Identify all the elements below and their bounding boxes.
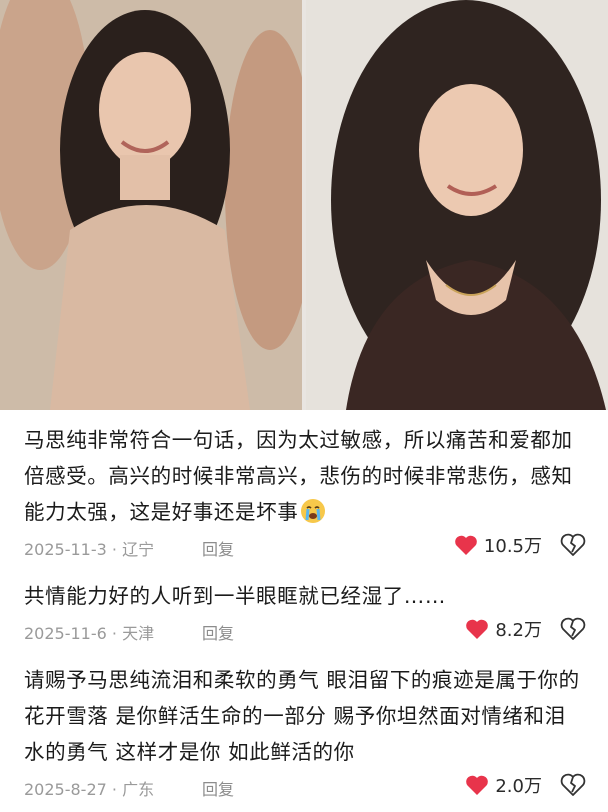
heart-icon: [466, 775, 489, 795]
like-button[interactable]: 8.2万: [465, 616, 542, 642]
comment-meta: 2025-8-27 · 广东 回复 2.0万: [24, 770, 586, 810]
photo-recent[interactable]: [306, 0, 608, 410]
like-count: 10.5万: [483, 536, 542, 557]
reply-button[interactable]: 回复: [202, 536, 234, 560]
comment-body: 马思纯非常符合一句话，因为太过敏感，所以痛苦和爱都加倍感受。高兴的时候非常高兴，…: [24, 428, 573, 524]
comment-date-location: 2025-11-6 · 天津: [24, 624, 155, 643]
comment-date-location: 2025-8-27 · 广东: [24, 780, 155, 799]
like-count: 8.2万: [495, 620, 542, 641]
like-button[interactable]: 10.5万: [454, 532, 542, 558]
like-button[interactable]: 2.0万: [465, 772, 542, 798]
comment-list: 马思纯非常符合一句话，因为太过敏感，所以痛苦和爱都加倍感受。高兴的时候非常高兴，…: [0, 410, 608, 810]
heart-icon: [455, 535, 477, 555]
broken-heart-icon[interactable]: [560, 772, 586, 798]
reply-button[interactable]: 回复: [202, 620, 234, 644]
comment-meta: 2025-11-3 · 辽宁 回复 10.5万: [24, 530, 586, 570]
comment-text: 请赐予马思纯流泪和柔软的勇气 眼泪留下的痕迹是属于你的花开雪落 是你鲜活生命的一…: [24, 668, 580, 764]
comment-text: 共情能力好的人听到一半眼眶就已经湿了……: [24, 584, 446, 608]
comment-meta: 2025-11-6 · 天津 回复 8.2万: [24, 614, 586, 654]
comment-text: 马思纯非常符合一句话，因为太过敏感，所以痛苦和爱都加倍感受。高兴的时候非常高兴，…: [24, 422, 584, 530]
broken-heart-icon[interactable]: [560, 616, 586, 642]
comment-date-location: 2025-11-3 · 辽宁: [24, 540, 155, 559]
reply-button[interactable]: 回复: [202, 776, 234, 800]
like-count: 2.0万: [495, 776, 542, 797]
comment-item: 共情能力好的人听到一半眼眶就已经湿了…… 2025-11-6 · 天津 回复 8…: [0, 570, 608, 654]
comment-item: 请赐予马思纯流泪和柔软的勇气 眼泪留下的痕迹是属于你的花开雪落 是你鲜活生命的一…: [0, 654, 608, 810]
comment-item: 马思纯非常符合一句话，因为太过敏感，所以痛苦和爱都加倍感受。高兴的时候非常高兴，…: [0, 410, 608, 570]
photo-strip: [0, 0, 608, 410]
broken-heart-icon[interactable]: [560, 532, 586, 558]
photo-young[interactable]: [0, 0, 302, 410]
heart-icon: [466, 619, 489, 639]
crying-face-emoji: [301, 499, 326, 523]
